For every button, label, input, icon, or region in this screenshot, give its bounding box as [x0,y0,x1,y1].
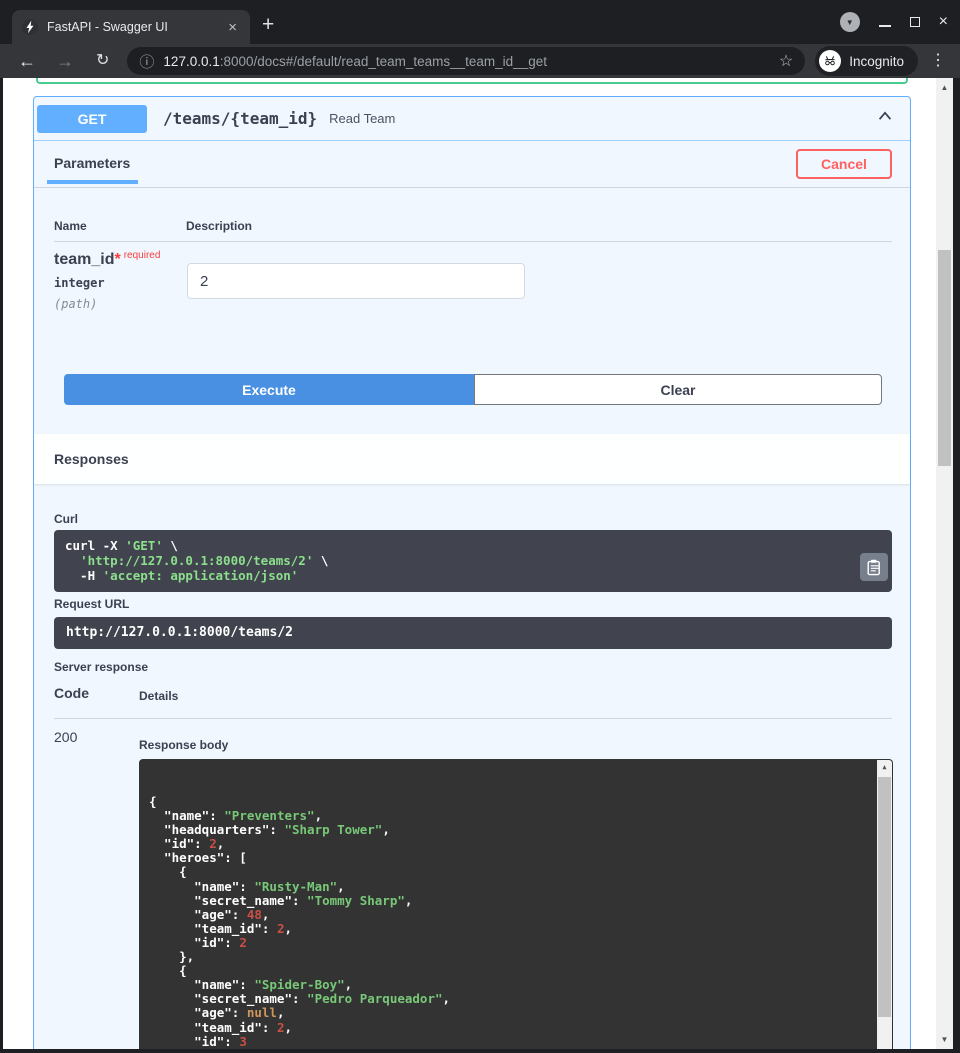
curl-code-block: curl -X 'GET' \ 'http://127.0.0.1:8000/t… [54,530,892,592]
column-header-name: Name [54,219,87,233]
page-scrollbar-thumb[interactable] [938,250,951,466]
collapse-chevron-icon[interactable] [876,107,894,130]
param-name: team_id*required [54,250,160,269]
response-body-code-block: { "name": "Preventers", "headquarters": … [139,759,893,1049]
parameters-tab-row: Parameters Cancel [34,141,910,188]
scrollbar-up-icon[interactable]: ▲ [877,763,892,771]
responses-section-header: Responses [34,434,910,484]
param-location: (path) [54,297,97,311]
reload-icon[interactable]: ↻ [96,52,109,70]
team-id-input[interactable] [187,263,525,299]
scrollbar-up-icon[interactable]: ▲ [936,83,953,92]
copy-to-clipboard-button[interactable] [860,553,888,581]
request-url-value: http://127.0.0.1:8000/teams/2 [54,617,892,649]
details-column-header: Details [139,689,178,703]
column-header-description: Description [186,219,252,233]
browser-window: FastAPI - Swagger UI × + ▼ × ← → ↻ ⓘ 127… [0,0,960,1053]
response-body-label: Response body [139,738,228,752]
incognito-icon [819,50,841,72]
window-menu-icon[interactable]: ▼ [840,12,860,32]
table-divider [54,241,892,242]
server-response-label: Server response [54,660,148,674]
param-type: integer [54,276,105,290]
get-endpoint-block: GET /teams/{team_id} Read Team Parameter… [33,96,911,1049]
menu-kebab-icon[interactable]: ⋮ [930,52,946,70]
clear-button[interactable]: Clear [474,374,882,405]
request-url-label: Request URL [54,597,129,611]
previous-endpoint-block-edge [36,78,908,84]
endpoint-path: /teams/{team_id} [163,109,317,128]
scrollbar-thumb[interactable] [878,777,891,1017]
code-column-header: Code [54,685,89,701]
back-icon[interactable]: ← [18,52,36,70]
http-method-badge: GET [37,105,147,133]
maximize-button[interactable] [910,17,920,27]
tab-title: FastAPI - Swagger UI [47,20,225,34]
page-scrollbar[interactable]: ▲ ▼ [936,78,953,1049]
address-bar[interactable]: ⓘ 127.0.0.1:8000/docs#/default/read_team… [127,47,805,75]
tab-parameters[interactable]: Parameters [54,155,130,171]
required-label: required [124,250,161,261]
responses-title: Responses [54,451,129,467]
scrollbar-down-icon[interactable]: ▼ [936,1035,953,1044]
required-asterisk: * [114,251,120,268]
curl-label: Curl [54,512,78,526]
site-info-icon[interactable]: ⓘ [139,51,154,72]
url-text: 127.0.0.1:8000/docs#/default/read_team_t… [163,54,547,69]
browser-toolbar: ← → ↻ ⓘ 127.0.0.1:8000/docs#/default/rea… [0,44,960,78]
forward-icon[interactable]: → [56,52,74,70]
incognito-label: Incognito [849,54,904,69]
parameters-tab-underline [47,180,138,184]
browser-titlebar: FastAPI - Swagger UI × + ▼ × [0,0,960,44]
endpoint-summary-text: Read Team [329,111,395,126]
browser-tab[interactable]: FastAPI - Swagger UI × [12,10,250,44]
bookmark-star-icon[interactable]: ☆ [779,51,793,71]
close-button[interactable]: × [939,14,948,30]
incognito-badge: Incognito [815,46,918,76]
cancel-button[interactable]: Cancel [796,149,892,179]
table-divider [54,718,892,719]
status-code: 200 [54,729,77,745]
swagger-page: GET /teams/{team_id} Read Team Parameter… [3,78,953,1049]
minimize-button[interactable] [879,25,891,27]
endpoint-summary[interactable]: GET /teams/{team_id} Read Team [34,97,910,141]
tab-close-icon[interactable]: × [225,19,240,36]
fastapi-favicon-icon [22,19,38,35]
execute-button[interactable]: Execute [64,374,474,405]
response-body-scrollbar[interactable]: ▲ [877,760,892,1049]
new-tab-button[interactable]: + [262,13,274,37]
